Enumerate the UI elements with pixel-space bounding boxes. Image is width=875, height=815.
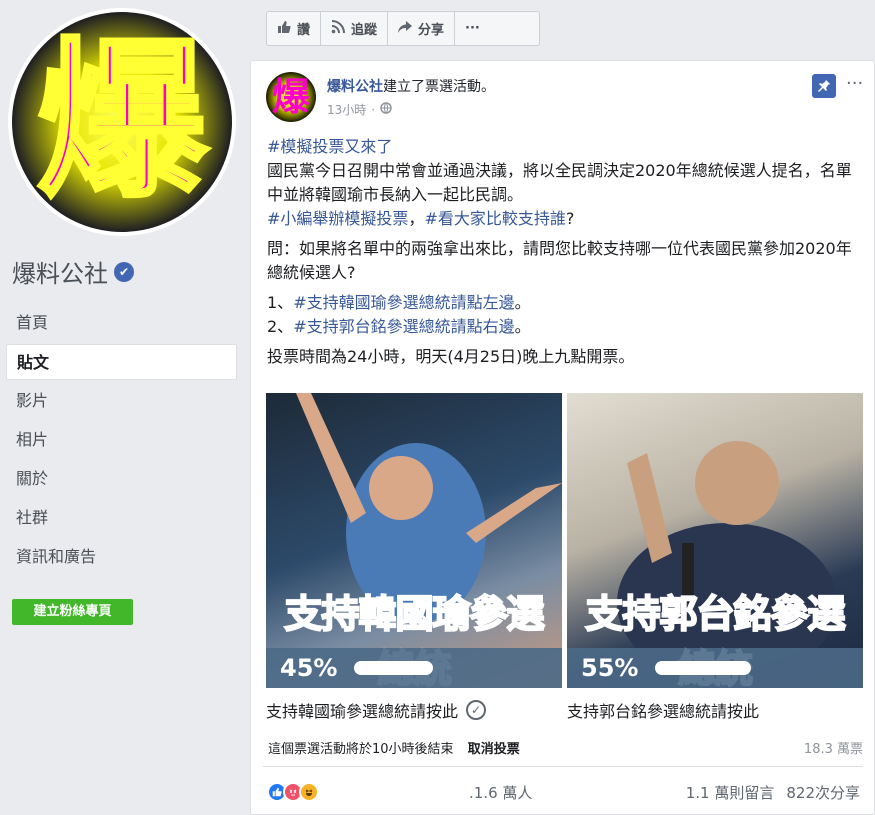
- page-action-bar: 讚 追蹤 分享 ···: [266, 11, 540, 46]
- follow-label: 追蹤: [351, 23, 378, 38]
- poll-option-image[interactable]: 支持韓國瑜參選總統 45%: [266, 393, 562, 688]
- share-page-button[interactable]: 分享: [388, 12, 456, 45]
- hashtag-link[interactable]: #看大家比較支持誰: [424, 209, 565, 228]
- haha-reaction-icon: [299, 782, 319, 802]
- post-question: 問：如果將名單中的兩強拿出來比，請問您比較支持哪一位代表國民黨參加2020年總統…: [267, 239, 852, 282]
- poll-percent: 55%: [581, 654, 639, 682]
- page-nav: 首頁 貼文 影片 相片 關於 社群 資訊和廣告: [6, 305, 237, 578]
- post-options-icon[interactable]: ···: [846, 73, 863, 94]
- post-header: 爆料公社建立了票選活動。: [327, 76, 495, 96]
- page-avatar[interactable]: 爆: [8, 8, 236, 236]
- nav-item-photos[interactable]: 相片: [6, 422, 237, 458]
- nav-item-community[interactable]: 社群: [6, 500, 237, 536]
- post-avatar-char: 爆: [271, 75, 310, 119]
- nav-item-info-ads[interactable]: 資訊和廣告: [6, 539, 237, 575]
- verified-badge-icon: ✔: [114, 261, 134, 282]
- poll-progress-fill: [655, 661, 751, 675]
- nav-item-home[interactable]: 首頁: [6, 305, 237, 341]
- poll-percent: 45%: [280, 654, 338, 682]
- post-timestamp[interactable]: 13小時: [327, 101, 366, 118]
- post-card: 爆 爆料公社建立了票選活動。 13小時 · ··· #模擬投票又來了 國民黨今日…: [250, 60, 875, 815]
- comment-count[interactable]: 1.1 萬則留言: [686, 782, 775, 803]
- poll-ends-text: 這個票選活動將於10小時後結束: [268, 742, 454, 757]
- hashtag-link[interactable]: #模擬投票又來了: [267, 137, 392, 156]
- globe-icon: [380, 102, 392, 117]
- poll-result-bar: 45%: [266, 648, 562, 688]
- rss-icon: [331, 19, 346, 38]
- page-name[interactable]: 爆料公社 ✔: [12, 254, 134, 289]
- poll-option-2[interactable]: 支持郭台銘參選總統 55% 支持郭台銘參選總統請按此: [567, 393, 863, 722]
- poll-footer: 這個票選活動將於10小時後結束 取消投票 18.3 萬票: [268, 738, 863, 757]
- post-author-link[interactable]: 爆料公社: [327, 79, 383, 95]
- share-count[interactable]: 822次分享: [786, 782, 860, 803]
- page-name-text: 爆料公社: [12, 260, 108, 288]
- post-paragraph: 國民黨今日召開中常會並通過決議，將以全民調決定2020年總統候選人提名，名單中並…: [267, 161, 852, 204]
- post-meta: 13小時 ·: [327, 101, 392, 118]
- post-author-avatar[interactable]: 爆: [266, 72, 316, 122]
- poll-option-image[interactable]: 支持郭台銘參選總統 55%: [567, 393, 863, 688]
- post-body: #模擬投票又來了 國民黨今日召開中常會並通過決議，將以全民調決定2020年總統候…: [267, 135, 867, 375]
- thumbs-up-icon: [277, 20, 291, 38]
- reaction-count[interactable]: .1.6 萬人: [469, 782, 532, 803]
- share-label: 分享: [418, 23, 445, 38]
- post-action-text: 建立了票選活動。: [383, 79, 495, 95]
- hashtag-link[interactable]: #小編舉辦模擬投票: [267, 209, 408, 228]
- poll-option-1[interactable]: 支持韓國瑜參選總統 45% 支持韓國瑜參選總統請按此 ✓: [266, 393, 562, 722]
- like-label: 讚: [297, 23, 311, 38]
- avatar-char: 爆: [35, 23, 209, 221]
- cancel-vote-button[interactable]: 取消投票: [468, 742, 520, 757]
- hashtag-link[interactable]: #支持韓國瑜參選總統請點左邊: [293, 293, 514, 312]
- more-icon: ···: [465, 21, 480, 36]
- poll-progress-fill: [354, 661, 433, 675]
- poll-result-bar: 55%: [567, 648, 863, 688]
- nav-item-about[interactable]: 關於: [6, 461, 237, 497]
- share-icon: [398, 20, 413, 38]
- post-deadline: 投票時間為24小時，明天(4月25日)晚上九點開票。: [267, 347, 635, 366]
- follow-button[interactable]: 追蹤: [321, 12, 389, 45]
- create-page-button[interactable]: 建立粉絲專頁: [12, 599, 133, 625]
- nav-item-posts[interactable]: 貼文: [6, 344, 237, 380]
- poll-option-caption[interactable]: 支持韓國瑜參選總統請按此 ✓: [266, 698, 562, 722]
- nav-item-videos[interactable]: 影片: [6, 383, 237, 419]
- check-circle-icon: ✓: [466, 700, 487, 720]
- pin-icon[interactable]: [812, 74, 836, 98]
- reaction-icons[interactable]: [267, 782, 319, 802]
- hashtag-link[interactable]: #支持郭台銘參選總統請點右邊: [293, 317, 514, 336]
- more-actions-button[interactable]: ···: [455, 12, 490, 45]
- vote-count: 18.3 萬票: [803, 742, 863, 757]
- poll-option-caption[interactable]: 支持郭台銘參選總統請按此: [567, 698, 863, 722]
- post-stats: 1.1 萬則留言 822次分享: [686, 782, 860, 803]
- page-sidebar: 爆 爆料公社 ✔ 首頁 貼文 影片 相片 關於 社群 資訊和廣告 建立粉絲專頁: [0, 0, 250, 815]
- like-page-button[interactable]: 讚: [267, 12, 322, 45]
- divider: [263, 766, 863, 767]
